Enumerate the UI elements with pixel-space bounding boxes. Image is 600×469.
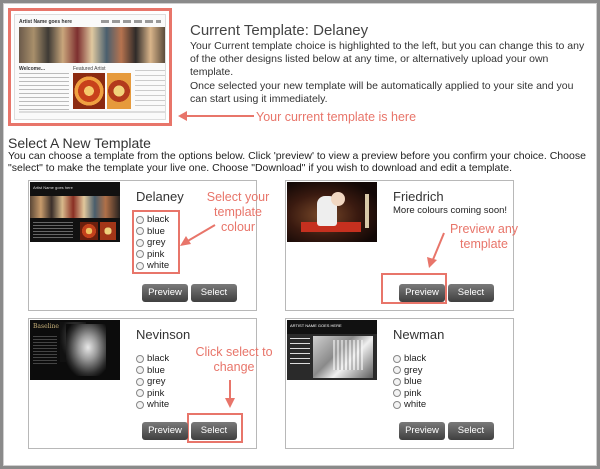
template-thumbnail[interactable]: ARTIST NAME GOES HERE (287, 320, 377, 380)
thumbnail-photo (331, 192, 345, 206)
thumbnail-header: Artist Name goes here (19, 19, 73, 25)
colour-option[interactable]: pink (393, 388, 426, 400)
radio-icon[interactable] (393, 377, 401, 386)
section-description: You can choose a template from the optio… (8, 150, 586, 174)
colour-option[interactable]: black (136, 353, 169, 365)
template-name: Delaney (136, 189, 184, 204)
thumbnail-banner (19, 27, 165, 63)
radio-icon[interactable] (136, 366, 144, 375)
thumbnail-artwork (73, 73, 105, 109)
select-button[interactable]: Select (191, 422, 237, 440)
radio-icon[interactable] (136, 354, 144, 363)
colour-options: black grey blue pink white (393, 353, 426, 411)
thumbnail-footer (19, 111, 165, 113)
thumbnail-text (33, 222, 73, 240)
colour-label: black (147, 353, 170, 365)
thumbnail-text (19, 73, 69, 113)
colour-label: pink (404, 387, 422, 399)
arrow-icon (178, 111, 254, 121)
thumbnail-text (33, 336, 57, 366)
annotation-click-select: Click select to change (195, 345, 273, 374)
colour-option[interactable]: pink (136, 388, 169, 400)
colour-option[interactable]: blue (393, 376, 426, 388)
arrow-icon (180, 224, 216, 246)
section-title: Select A New Template (8, 135, 151, 151)
colour-label: blue (404, 376, 422, 388)
radio-icon[interactable] (136, 400, 144, 409)
colour-label: pink (147, 387, 165, 399)
colour-option[interactable]: white (393, 399, 426, 411)
thumbnail-photo (66, 324, 106, 376)
thumbnail-photo (333, 340, 363, 370)
colour-label: grey (147, 376, 166, 388)
thumbnail-welcome: Welcome... (19, 66, 46, 72)
thumbnail-nav (101, 20, 161, 23)
radio-icon[interactable] (393, 400, 401, 409)
arrow-icon (427, 232, 445, 268)
radio-icon[interactable] (393, 354, 401, 363)
current-template-note: Once selected your new template will be … (190, 80, 574, 105)
template-note: More colours coming soon! (393, 205, 508, 216)
colour-label: white (404, 399, 427, 411)
preview-button[interactable]: Preview (399, 284, 445, 302)
thumbnail-header: ARTIST NAME GOES HERE (290, 323, 342, 328)
thumbnail-menu (290, 338, 310, 368)
current-template-title: Current Template: Delaney (190, 22, 369, 39)
template-thumbnail[interactable]: Baseline (30, 320, 120, 380)
arrow-icon (225, 380, 235, 408)
colour-label: grey (404, 364, 423, 376)
thumbnail-page: Artist Name goes here Welcome... Feature… (14, 14, 166, 120)
select-button[interactable]: Select (448, 284, 494, 302)
colour-label: blue (147, 364, 165, 376)
current-template-thumbnail[interactable]: Artist Name goes here Welcome... Feature… (8, 8, 172, 126)
colour-label: white (147, 399, 170, 411)
template-thumbnail[interactable]: Artist Name goes here (30, 182, 120, 242)
select-button[interactable]: Select (191, 284, 237, 302)
colour-option[interactable]: white (136, 399, 169, 411)
thumbnail-artwork (100, 222, 116, 240)
radio-icon[interactable] (136, 389, 144, 398)
radio-icon[interactable] (136, 377, 144, 386)
colour-option[interactable]: grey (393, 365, 426, 377)
thumbnail-featured: Featured Artist (73, 66, 106, 72)
select-button[interactable]: Select (448, 422, 494, 440)
template-thumbnail[interactable] (287, 182, 377, 242)
colour-option[interactable]: blue (136, 365, 169, 377)
radio-icon[interactable] (393, 389, 401, 398)
thumbnail-artwork (80, 222, 98, 240)
annotation-preview-any: Preview any template (449, 222, 519, 251)
highlight-box (132, 210, 180, 274)
preview-button[interactable]: Preview (142, 284, 188, 302)
colour-option[interactable]: grey (136, 376, 169, 388)
preview-button[interactable]: Preview (142, 422, 188, 440)
thumbnail-header: Artist Name goes here (33, 185, 73, 190)
thumbnail-sidebar (135, 70, 165, 110)
thumbnail-banner (30, 196, 120, 218)
template-name: Newman (393, 327, 445, 342)
preview-button[interactable]: Preview (399, 422, 445, 440)
thumbnail-logo: Baseline (33, 323, 59, 330)
annotation-current-template: Your current template is here (256, 110, 417, 124)
colour-options: black blue grey pink white (136, 353, 169, 411)
template-name: Friedrich (393, 189, 444, 204)
colour-label: black (404, 353, 427, 365)
thumbnail-artwork (107, 73, 131, 109)
template-card-newman: ARTIST NAME GOES HERE Newman black grey … (285, 318, 514, 449)
current-template-description: Your Current template choice is highligh… (190, 40, 585, 78)
thumbnail-photo (365, 194, 369, 228)
radio-icon[interactable] (393, 366, 401, 375)
colour-option[interactable]: black (393, 353, 426, 365)
template-name: Nevinson (136, 327, 191, 342)
